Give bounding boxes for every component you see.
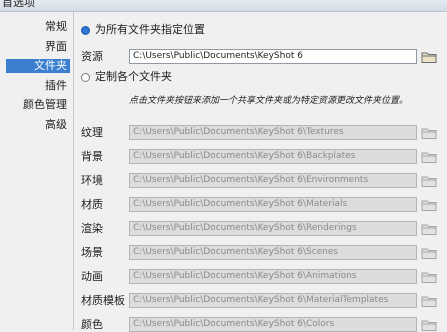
sidebar-item-folders[interactable]: 文件夹 xyxy=(6,59,70,73)
sidebar: 常规 界面 文件夹 插件 颜色管理 高级 xyxy=(0,12,74,330)
resource-folder-icon[interactable] xyxy=(421,51,437,63)
folder-row-folder-icon xyxy=(421,200,437,211)
folder-row-path-field: C:\Users\Public\Documents\KeyShot 6\Back… xyxy=(129,149,417,164)
sidebar-item-color-management[interactable]: 颜色管理 xyxy=(23,98,67,112)
folder-row-folder-icon xyxy=(421,176,437,187)
folder-row-folder-icon xyxy=(421,152,437,163)
folder-row-label: 材质模板 xyxy=(81,294,125,307)
folder-row-folder-icon xyxy=(421,128,437,139)
folder-row-label: 背景 xyxy=(81,150,103,163)
radio-custom-folders[interactable] xyxy=(81,73,90,82)
folder-row-path-field: C:\Users\Public\Documents\KeyShot 6\Envi… xyxy=(129,173,417,188)
sidebar-item-general[interactable]: 常规 xyxy=(45,20,67,34)
sidebar-item-plugins[interactable]: 插件 xyxy=(45,79,67,93)
folder-row-label: 材质 xyxy=(81,198,103,211)
window-titlebar: 首选项 xyxy=(0,0,447,12)
folder-row-label: 纹理 xyxy=(81,126,103,139)
folder-row-label: 动画 xyxy=(81,270,103,283)
folder-row-path-field: C:\Users\Public\Documents\KeyShot 6\Text… xyxy=(129,125,417,140)
folder-row-path-field: C:\Users\Public\Documents\KeyShot 6\Anim… xyxy=(129,269,417,284)
folders-panel: 为所有文件夹指定位置 资源 C:\Users\Public\Documents\… xyxy=(74,12,447,332)
folder-row-path-field: C:\Users\Public\Documents\KeyShot 6\Scen… xyxy=(129,245,417,260)
folder-row-folder-icon xyxy=(421,272,437,283)
folder-row-folder-icon xyxy=(421,296,437,307)
resource-path-field[interactable]: C:\Users\Public\Documents\KeyShot 6 xyxy=(129,49,417,64)
folder-hint-text: 点击文件夹按钮来添加一个共享文件夹或为特定资源更改文件夹位置。 xyxy=(129,96,409,106)
folder-row-path-field: C:\Users\Public\Documents\KeyShot 6\Rend… xyxy=(129,221,417,236)
folder-row-path-field: C:\Users\Public\Documents\KeyShot 6\Mate… xyxy=(129,197,417,212)
sidebar-item-advanced[interactable]: 高级 xyxy=(45,118,67,132)
folder-row-folder-icon xyxy=(421,224,437,235)
resource-label: 资源 xyxy=(81,50,103,63)
radio-all-folders-label: 为所有文件夹指定位置 xyxy=(95,23,205,36)
sidebar-item-interface[interactable]: 界面 xyxy=(45,40,67,54)
folder-row-folder-icon xyxy=(421,320,437,331)
folder-row-folder-icon xyxy=(421,248,437,259)
folder-row-label: 场景 xyxy=(81,246,103,259)
folder-row-path-field: C:\Users\Public\Documents\KeyShot 6\Mate… xyxy=(129,293,417,308)
folder-row-label: 环境 xyxy=(81,174,103,187)
folder-row-label: 渲染 xyxy=(81,222,103,235)
radio-all-folders[interactable] xyxy=(81,26,90,35)
window-title: 首选项 xyxy=(2,0,35,9)
radio-custom-folders-label: 定制各个文件夹 xyxy=(95,70,172,83)
